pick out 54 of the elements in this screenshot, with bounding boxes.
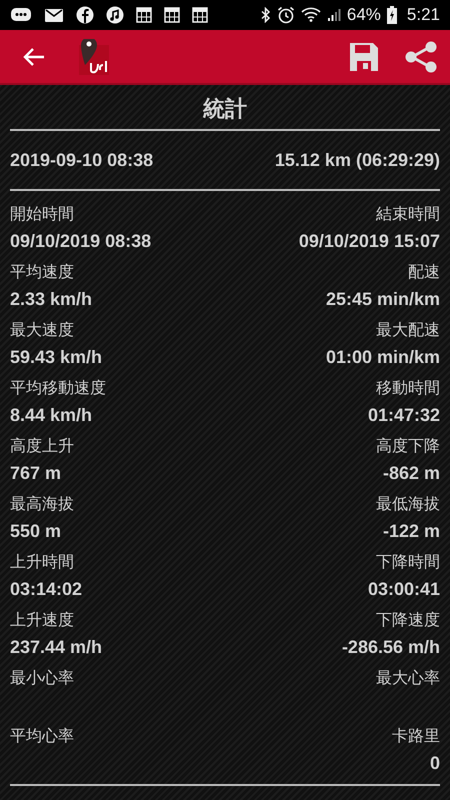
calendar-icon bbox=[192, 7, 208, 23]
stat-label: 最低海拔 bbox=[376, 495, 440, 515]
stat-value: 25:45 min/km bbox=[326, 288, 440, 311]
alarm-clock-icon bbox=[276, 6, 295, 24]
distance-duration: 15.12 km (06:29:29) bbox=[274, 150, 440, 170]
stat-value: -122 m bbox=[382, 520, 440, 543]
calendar-icon bbox=[136, 7, 152, 23]
stat-value: 03:14:02 bbox=[10, 578, 82, 601]
section-title: 統計 bbox=[202, 95, 248, 123]
stat-label: 平均速度 bbox=[10, 262, 75, 283]
calendar-icon bbox=[164, 7, 180, 23]
stat-value: 01:00 min/km bbox=[326, 346, 440, 369]
stat-value: 550 m bbox=[10, 520, 62, 543]
stat-value: 0 bbox=[430, 752, 440, 775]
stat-label: 上升速度 bbox=[10, 610, 75, 631]
stat-label: 結束時間 bbox=[376, 204, 440, 225]
stat-label: 上升時間 bbox=[10, 552, 75, 573]
mail-icon bbox=[44, 8, 64, 22]
stat-label: 下降速度 bbox=[376, 610, 440, 631]
stat-value: 09/10/2019 15:07 bbox=[298, 230, 440, 253]
stat-value: 03:00:41 bbox=[368, 578, 440, 601]
stat-label: 高度下降 bbox=[376, 436, 440, 457]
stat-label: 下降時間 bbox=[376, 552, 440, 573]
stat-value: 767 m bbox=[10, 462, 62, 485]
stat-label: 最大配速 bbox=[376, 320, 440, 341]
stat-value: 59.43 km/h bbox=[10, 346, 102, 369]
bluetooth-icon bbox=[260, 7, 271, 23]
stat-label: 最小心率 bbox=[10, 668, 74, 689]
stat-label: 最大速度 bbox=[10, 320, 75, 341]
signal-icon bbox=[326, 8, 341, 22]
stat-value: 2.33 km/h bbox=[10, 288, 92, 311]
clock-time: 5:21 bbox=[406, 5, 440, 25]
wifi-icon bbox=[300, 6, 321, 24]
stat-value: 01:47:32 bbox=[368, 404, 440, 427]
stat-label: 最高海拔 bbox=[10, 494, 74, 515]
music-note-icon bbox=[106, 6, 124, 24]
stat-label: 配速 bbox=[408, 262, 440, 283]
stat-value: 8.44 km/h bbox=[10, 404, 94, 427]
stat-value: 237.44 m/h bbox=[10, 636, 102, 659]
stat-label: 平均心率 bbox=[10, 726, 74, 747]
stat-value: 09/10/2019 08:38 bbox=[10, 230, 152, 253]
stat-label: 平均移動速度 bbox=[10, 378, 106, 399]
battery-percentage: 64% bbox=[346, 5, 381, 25]
stat-label: 高度上升 bbox=[10, 436, 74, 457]
battery-charging-icon bbox=[386, 6, 397, 24]
stat-label: 最大心率 bbox=[376, 668, 440, 689]
stat-value: -862 m bbox=[382, 462, 440, 485]
stat-label: 卡路里 bbox=[392, 726, 440, 747]
start-datetime: 2019-09-10 08:38 bbox=[10, 150, 154, 170]
stat-label: 移動時間 bbox=[376, 378, 440, 399]
facebook-icon bbox=[76, 6, 94, 24]
stat-label: 開始時間 bbox=[10, 204, 75, 225]
chat-bubble-icon bbox=[10, 7, 32, 23]
stat-value: -286.56 m/h bbox=[342, 636, 440, 659]
